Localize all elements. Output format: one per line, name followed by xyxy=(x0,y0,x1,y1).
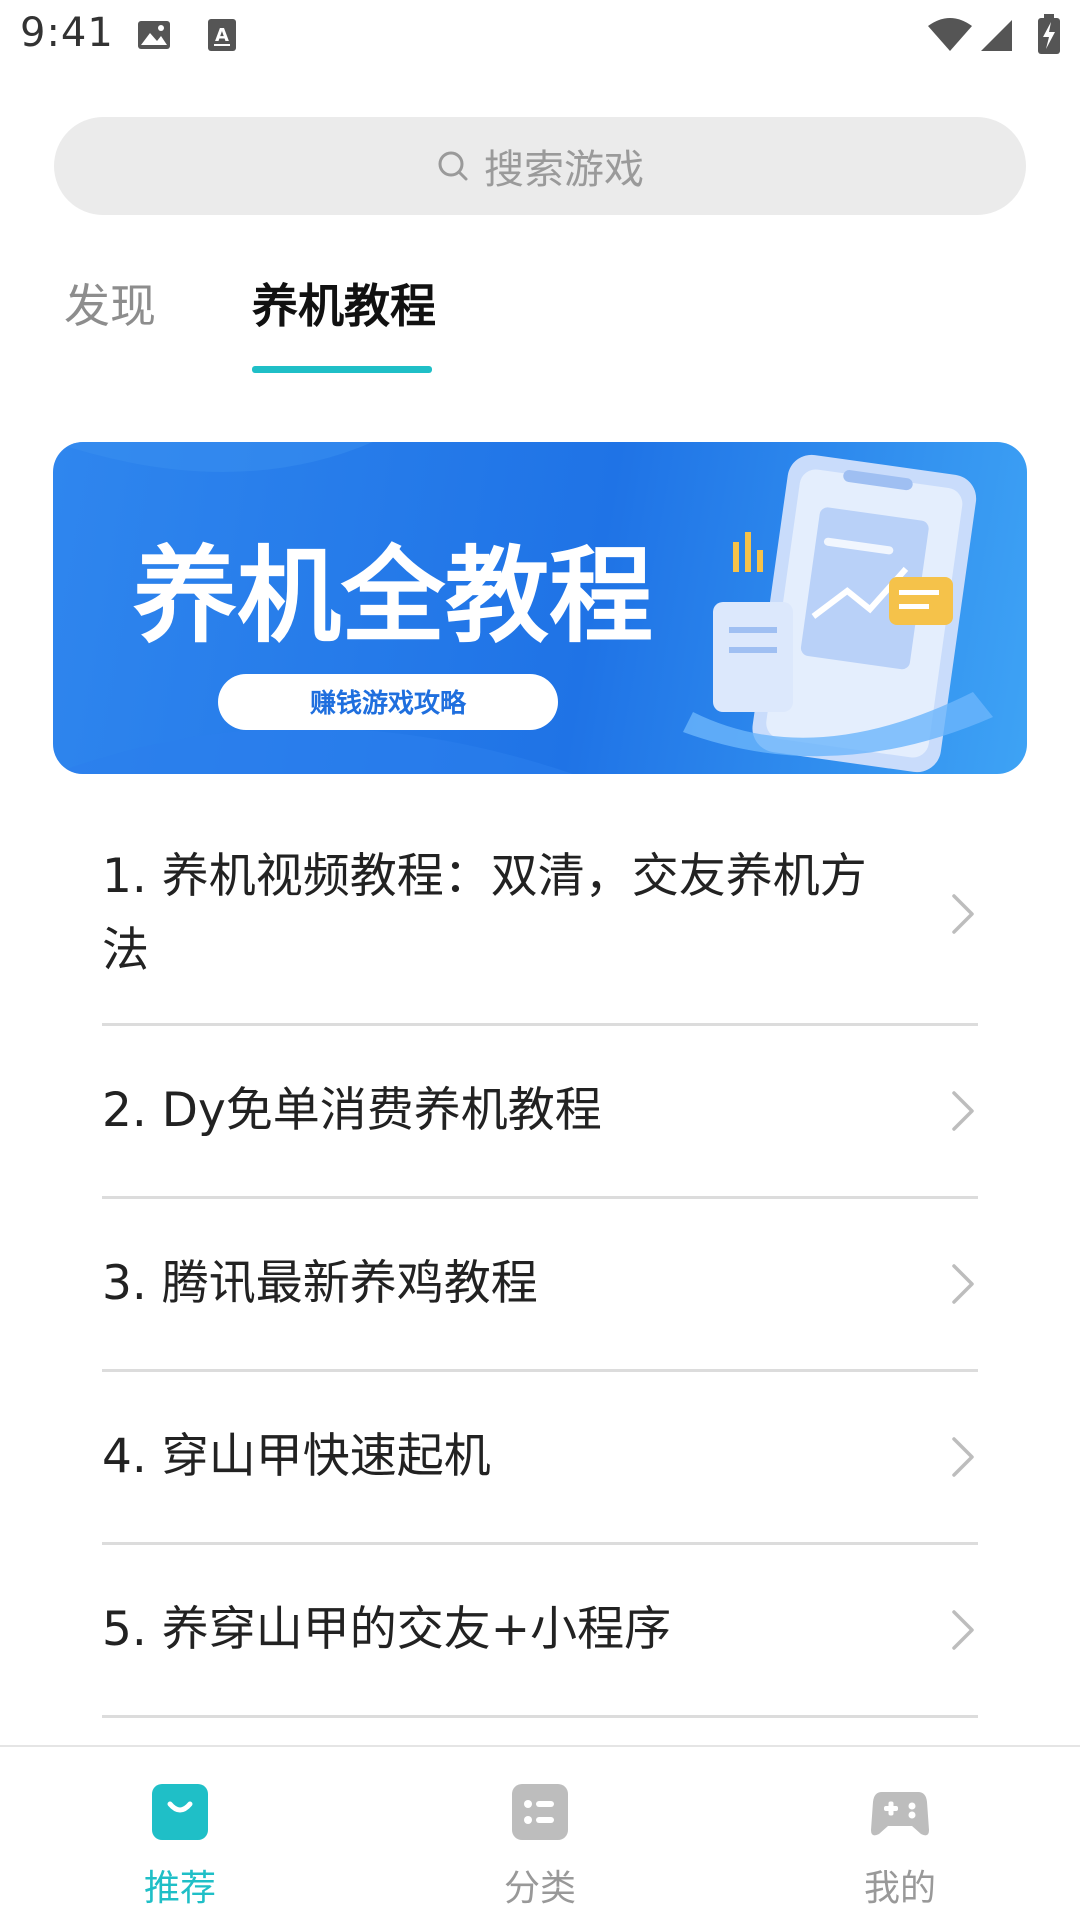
bottom-nav: 推荐 分类 我的 xyxy=(0,1745,1080,1922)
nav-recommend[interactable]: 推荐 xyxy=(80,1747,280,1922)
shopping-bag-icon xyxy=(152,1784,208,1840)
tutorial-banner[interactable]: 养机全教程 赚钱游戏攻略 xyxy=(53,442,1027,774)
status-time: 9:41 xyxy=(20,10,114,56)
chevron-right-icon xyxy=(952,1437,974,1477)
list-item[interactable]: 4. 穿山甲快速起机 xyxy=(102,1372,978,1545)
list-item-label: 2. Dy免单消费养机教程 xyxy=(102,1083,602,1138)
list-item[interactable]: 1. 养机视频教程：双清，交友养机方法 xyxy=(102,805,978,1026)
keyboard-a-icon: A xyxy=(208,19,236,51)
list-item-label: 4. 穿山甲快速起机 xyxy=(102,1429,491,1484)
battery-charging-icon xyxy=(1038,14,1060,54)
search-icon xyxy=(438,151,468,181)
chevron-right-icon xyxy=(952,1264,974,1304)
banner-title: 养机全教程 xyxy=(133,535,653,657)
list-item-label: 1. 养机视频教程：双清，交友养机方法 xyxy=(102,849,867,978)
tab-discover[interactable]: 发现 xyxy=(64,270,156,336)
category-list-icon xyxy=(512,1784,568,1840)
nav-category[interactable]: 分类 xyxy=(440,1747,640,1922)
tab-active-indicator xyxy=(252,366,432,373)
search-placeholder: 搜索游戏 xyxy=(484,147,644,193)
chevron-right-icon xyxy=(952,894,974,934)
svg-text:A: A xyxy=(215,25,229,46)
gamepad-icon xyxy=(871,1792,929,1836)
image-icon xyxy=(138,21,170,49)
chevron-right-icon xyxy=(952,1610,974,1650)
list-item-label: 5. 养穿山甲的交友+小程序 xyxy=(102,1602,672,1657)
nav-category-label: 分类 xyxy=(503,1868,576,1909)
list-item[interactable]: 3. 腾讯最新养鸡教程 xyxy=(102,1199,978,1372)
banner-illustration: 养机全教程 赚钱游戏攻略 xyxy=(53,442,993,774)
list-item[interactable]: 2. Dy免单消费养机教程 xyxy=(102,1026,978,1199)
nav-mine[interactable]: 我的 xyxy=(800,1747,1000,1922)
wifi-icon xyxy=(928,18,972,51)
tab-tutorial[interactable]: 养机教程 xyxy=(252,270,436,336)
nav-mine-label: 我的 xyxy=(863,1868,936,1909)
tutorial-list: 1. 养机视频教程：双清，交友养机方法 2. Dy免单消费养机教程 3. 腾讯最… xyxy=(102,805,978,1718)
status-bar: 9:41 A xyxy=(0,0,1080,72)
list-item[interactable]: 5. 养穿山甲的交友+小程序 xyxy=(102,1545,978,1718)
search-bar[interactable]: 搜索游戏 xyxy=(54,117,1026,215)
list-item-label: 3. 腾讯最新养鸡教程 xyxy=(102,1256,538,1311)
signal-icon xyxy=(981,20,1012,51)
nav-recommend-label: 推荐 xyxy=(143,1868,216,1909)
banner-subtitle: 赚钱游戏攻略 xyxy=(310,688,467,719)
chevron-right-icon xyxy=(952,1091,974,1131)
